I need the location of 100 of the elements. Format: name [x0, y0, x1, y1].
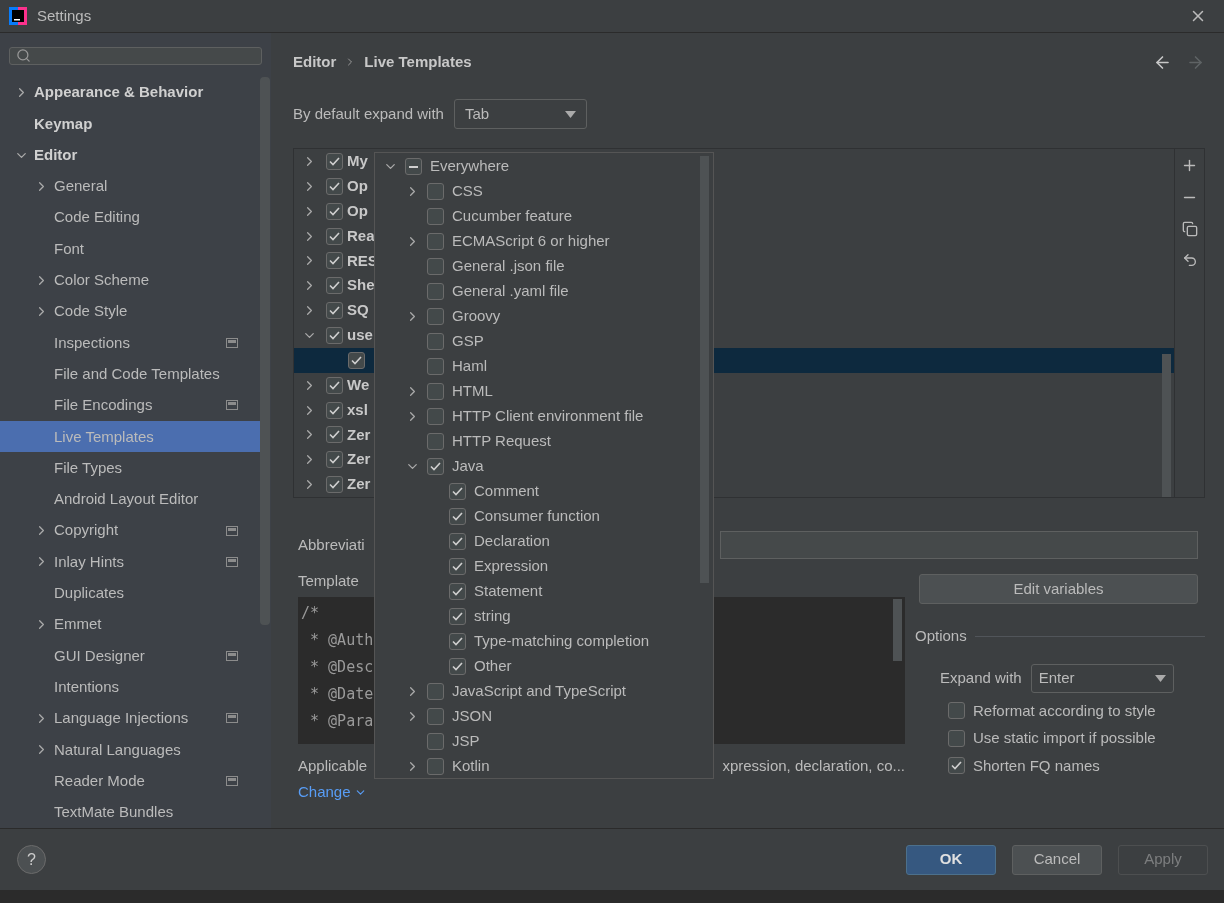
checkbox[interactable]: [948, 757, 965, 775]
checkbox[interactable]: [326, 277, 343, 295]
checkbox[interactable]: [449, 558, 466, 575]
checkbox[interactable]: [326, 426, 343, 444]
help-button[interactable]: ?: [17, 845, 46, 874]
checkbox[interactable]: [326, 326, 343, 344]
sidebar-item[interactable]: Duplicates: [0, 577, 260, 609]
template-group-name[interactable]: use: [347, 324, 373, 347]
sidebar-item[interactable]: Code Editing: [0, 202, 260, 234]
sidebar-item[interactable]: Font: [0, 233, 260, 265]
checkbox[interactable]: [427, 233, 444, 250]
sidebar-item[interactable]: Inspections: [0, 327, 260, 359]
checkbox[interactable]: [427, 758, 444, 775]
context-label[interactable]: ECMAScript 6 or higher: [452, 230, 610, 253]
context-label[interactable]: string: [474, 605, 511, 628]
edit-variables-button[interactable]: Edit variables: [919, 574, 1198, 604]
context-label[interactable]: Other: [474, 655, 512, 678]
checkbox[interactable]: [326, 376, 343, 394]
checkbox[interactable]: [348, 351, 365, 369]
checkbox[interactable]: [948, 702, 965, 720]
dialog-button[interactable]: Cancel: [1012, 844, 1102, 875]
sidebar-item[interactable]: Natural Languages: [0, 734, 260, 766]
checkbox[interactable]: [427, 208, 444, 225]
template-group-name[interactable]: SQ: [347, 299, 369, 322]
checkbox[interactable]: [427, 258, 444, 275]
checkbox[interactable]: [427, 183, 444, 200]
checkbox[interactable]: [326, 401, 343, 419]
checkbox[interactable]: [326, 177, 343, 195]
context-label[interactable]: JSP: [452, 730, 480, 753]
template-group-name[interactable]: She: [347, 274, 375, 297]
sidebar-item[interactable]: Intentions: [0, 671, 260, 703]
checkbox[interactable]: [405, 158, 422, 175]
checkbox[interactable]: [427, 358, 444, 375]
sidebar-item[interactable]: Inlay Hints: [0, 546, 260, 578]
sidebar-item[interactable]: Copyright: [0, 515, 260, 547]
checkbox[interactable]: [449, 608, 466, 625]
sidebar-item[interactable]: Reader Mode: [0, 765, 260, 797]
sidebar-item[interactable]: Emmet: [0, 608, 260, 641]
change-link[interactable]: Change: [298, 780, 367, 804]
template-group-name[interactable]: My: [347, 150, 368, 173]
checkbox[interactable]: [948, 729, 965, 747]
dialog-button[interactable]: OK: [906, 844, 996, 875]
checkbox[interactable]: [326, 227, 343, 245]
template-group-name[interactable]: Op: [347, 175, 368, 198]
checkbox[interactable]: [326, 252, 343, 270]
context-label[interactable]: Kotlin: [452, 755, 490, 778]
context-label[interactable]: Haml: [452, 355, 487, 378]
checkbox[interactable]: [449, 633, 466, 650]
sidebar-item[interactable]: Keymap: [0, 108, 260, 140]
copy-icon[interactable]: [1181, 221, 1198, 237]
context-label[interactable]: HTTP Request: [452, 430, 551, 453]
scrollbar-thumb[interactable]: [1162, 354, 1171, 497]
context-label[interactable]: JavaScript and TypeScript: [452, 680, 626, 703]
context-label[interactable]: Comment: [474, 480, 540, 503]
context-label[interactable]: HTML: [452, 380, 493, 403]
checkbox[interactable]: [449, 533, 466, 550]
expand-dropdown[interactable]: Tab: [453, 99, 587, 129]
context-label[interactable]: GSP: [452, 330, 484, 353]
template-group-name[interactable]: Zer: [347, 423, 371, 447]
sidebar-item[interactable]: File Encodings: [0, 389, 260, 422]
checkbox[interactable]: [427, 733, 444, 750]
sidebar-item[interactable]: Android Layout Editor: [0, 483, 260, 516]
scrollbar-thumb[interactable]: [260, 76, 270, 625]
context-label[interactable]: Groovy: [452, 305, 501, 328]
checkbox[interactable]: [427, 308, 444, 325]
checkbox[interactable]: [427, 683, 444, 700]
undo-icon[interactable]: [1181, 252, 1198, 268]
checkbox[interactable]: [326, 476, 343, 494]
search-field[interactable]: [9, 47, 262, 65]
context-label[interactable]: Type-matching completion: [474, 630, 650, 653]
sidebar-item[interactable]: TextMate Bundles: [0, 796, 260, 828]
sidebar-item[interactable]: Editor: [0, 139, 260, 171]
abbreviation-field[interactable]: [720, 531, 1198, 559]
add-icon[interactable]: [1181, 157, 1198, 174]
checkbox[interactable]: [449, 658, 466, 675]
checkbox[interactable]: [427, 708, 444, 725]
sidebar-item[interactable]: Color Scheme: [0, 264, 260, 296]
template-group-name[interactable]: Zer: [347, 473, 371, 496]
context-label[interactable]: JSON: [452, 705, 492, 728]
checkbox[interactable]: [427, 383, 444, 400]
sidebar-item[interactable]: Appearance & Behavior: [0, 76, 260, 109]
sidebar-item[interactable]: GUI Designer: [0, 640, 260, 672]
context-label[interactable]: CSS: [452, 180, 483, 203]
context-label[interactable]: Statement: [474, 580, 543, 603]
checkbox[interactable]: [427, 408, 444, 425]
template-group-name[interactable]: Zer: [347, 448, 371, 471]
template-group-name[interactable]: We: [347, 373, 370, 397]
context-label[interactable]: Declaration: [474, 530, 550, 553]
context-label[interactable]: Expression: [474, 555, 549, 578]
checkbox[interactable]: [449, 508, 466, 525]
checkbox[interactable]: [326, 152, 343, 170]
checkbox[interactable]: [326, 202, 343, 220]
sidebar-item[interactable]: Code Style: [0, 295, 260, 328]
checkbox[interactable]: [427, 333, 444, 350]
checkbox[interactable]: [449, 483, 466, 500]
checkbox[interactable]: [326, 302, 343, 320]
template-group-name[interactable]: xsl: [347, 398, 368, 422]
sidebar-item[interactable]: File and Code Templates: [0, 358, 260, 390]
sidebar-item[interactable]: Language Injections: [0, 702, 260, 735]
expand-with-dropdown[interactable]: Enter: [1030, 663, 1174, 693]
